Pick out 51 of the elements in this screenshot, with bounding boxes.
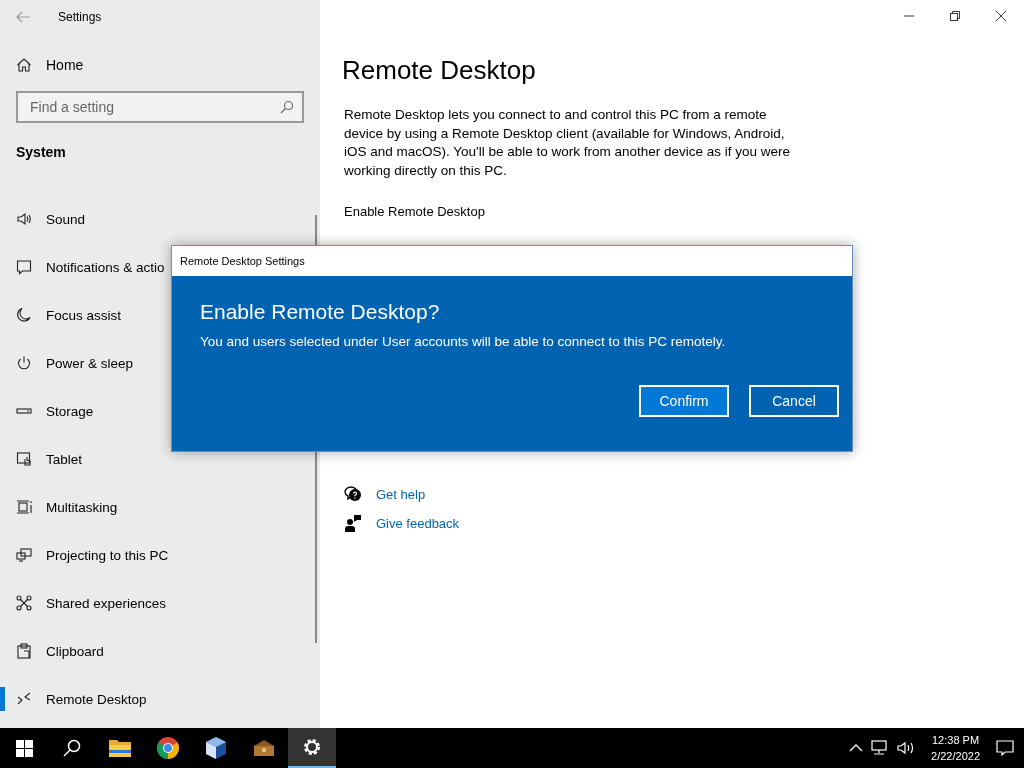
remote-desktop-icon [16, 691, 32, 707]
network-icon[interactable] [871, 740, 890, 756]
dialog-title: Remote Desktop Settings [172, 246, 852, 276]
sidebar-item[interactable]: Tablet [0, 435, 320, 483]
dialog-heading: Enable Remote Desktop? [200, 300, 441, 324]
home-link[interactable]: Home [46, 57, 84, 73]
search-field[interactable]: Find a setting [16, 91, 304, 123]
volume-icon[interactable] [897, 740, 916, 756]
power-icon [16, 355, 32, 371]
help-icon [344, 485, 362, 503]
browser-icon [156, 736, 180, 760]
sidebar-item[interactable]: Remote Desktop [0, 675, 320, 723]
feedback-icon [344, 514, 362, 532]
clock[interactable]: 12:38 PM 2/22/2022 [923, 732, 988, 764]
restore-icon[interactable] [950, 11, 960, 21]
close-icon[interactable] [996, 11, 1006, 21]
cancel-button[interactable]: Cancel [749, 385, 839, 417]
speaker-icon [16, 211, 32, 227]
multitasking-icon [16, 499, 32, 515]
help-link[interactable]: Give feedback [376, 515, 460, 531]
confirm-button[interactable]: Confirm [639, 385, 729, 417]
windows-logo-icon[interactable] [15, 739, 33, 757]
shared-icon [16, 595, 32, 611]
taskbar-app[interactable] [288, 728, 336, 768]
cube-icon [204, 736, 228, 760]
tablet-icon [16, 451, 32, 467]
chevron-up-icon[interactable] [849, 744, 864, 752]
sidebar-item[interactable]: Projecting to this PC [0, 531, 320, 579]
folder-icon [108, 737, 132, 759]
sidebar-item[interactable]: Shared experiences [0, 579, 320, 627]
search-icon [280, 100, 294, 114]
gear-icon [302, 737, 322, 757]
description: Remote Desktop lets you connect to and control this PC from a remote device by using a Remote Desktop client (available for Windows, Android, iOS and macOS). You'll be able to work from another device as if you were working directly on this PC. [344, 106, 792, 180]
projecting-icon [16, 547, 32, 563]
page-title: Remote Desktop [342, 55, 537, 86]
moon-icon [16, 307, 32, 323]
message-icon [16, 259, 32, 275]
sidebar-item[interactable]: Storage [0, 387, 320, 435]
sidebar-item[interactable]: Multitasking [0, 483, 320, 531]
sidebar-item[interactable]: Clipboard [0, 627, 320, 675]
notification-icon[interactable] [996, 740, 1014, 756]
setting-label: Enable Remote Desktop [344, 204, 486, 219]
clipboard-icon [16, 643, 32, 659]
window-title: Settings [58, 9, 102, 24]
dialog-message: You and users selected under User accounts will be able to connect to this PC remotely. [200, 334, 727, 349]
help-link[interactable]: Get help [376, 486, 426, 502]
search-icon[interactable] [63, 739, 81, 757]
home-icon [16, 57, 32, 73]
sidebar-item[interactable]: Sound [0, 195, 320, 243]
search-input[interactable]: Find a setting [28, 98, 280, 116]
section-heading: System [16, 144, 67, 160]
